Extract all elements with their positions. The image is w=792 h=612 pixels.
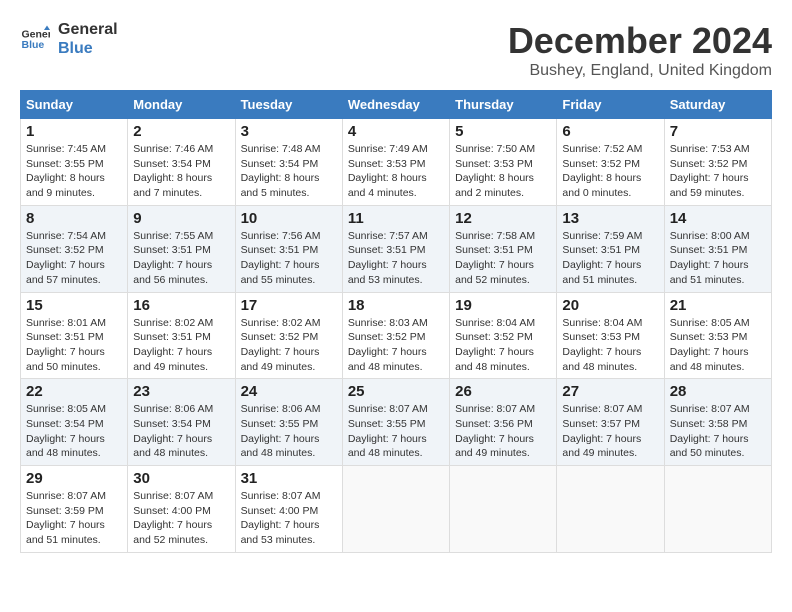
table-row [450, 466, 557, 553]
table-row: 2Sunrise: 7:46 AMSunset: 3:54 PMDaylight… [128, 119, 235, 206]
table-row: 6Sunrise: 7:52 AMSunset: 3:52 PMDaylight… [557, 119, 664, 206]
table-row: 11Sunrise: 7:57 AMSunset: 3:51 PMDayligh… [342, 205, 449, 292]
table-row [664, 466, 771, 553]
week-row-1: 1Sunrise: 7:45 AMSunset: 3:55 PMDaylight… [21, 119, 772, 206]
week-row-4: 22Sunrise: 8:05 AMSunset: 3:54 PMDayligh… [21, 379, 772, 466]
calendar-table: Sunday Monday Tuesday Wednesday Thursday… [20, 90, 772, 553]
week-row-5: 29Sunrise: 8:07 AMSunset: 3:59 PMDayligh… [21, 466, 772, 553]
logo-line1: General [58, 20, 118, 39]
table-row: 10Sunrise: 7:56 AMSunset: 3:51 PMDayligh… [235, 205, 342, 292]
col-thursday: Thursday [450, 91, 557, 119]
table-row: 9Sunrise: 7:55 AMSunset: 3:51 PMDaylight… [128, 205, 235, 292]
table-row: 28Sunrise: 8:07 AMSunset: 3:58 PMDayligh… [664, 379, 771, 466]
table-row: 7Sunrise: 7:53 AMSunset: 3:52 PMDaylight… [664, 119, 771, 206]
svg-text:Blue: Blue [22, 39, 45, 51]
table-row: 5Sunrise: 7:50 AMSunset: 3:53 PMDaylight… [450, 119, 557, 206]
table-row: 24Sunrise: 8:06 AMSunset: 3:55 PMDayligh… [235, 379, 342, 466]
table-row: 12Sunrise: 7:58 AMSunset: 3:51 PMDayligh… [450, 205, 557, 292]
table-row: 8Sunrise: 7:54 AMSunset: 3:52 PMDaylight… [21, 205, 128, 292]
table-row: 17Sunrise: 8:02 AMSunset: 3:52 PMDayligh… [235, 292, 342, 379]
table-row: 4Sunrise: 7:49 AMSunset: 3:53 PMDaylight… [342, 119, 449, 206]
table-row: 27Sunrise: 8:07 AMSunset: 3:57 PMDayligh… [557, 379, 664, 466]
week-row-2: 8Sunrise: 7:54 AMSunset: 3:52 PMDaylight… [21, 205, 772, 292]
col-tuesday: Tuesday [235, 91, 342, 119]
table-row: 25Sunrise: 8:07 AMSunset: 3:55 PMDayligh… [342, 379, 449, 466]
table-row: 15Sunrise: 8:01 AMSunset: 3:51 PMDayligh… [21, 292, 128, 379]
logo: General Blue General Blue [20, 20, 118, 58]
table-row: 19Sunrise: 8:04 AMSunset: 3:52 PMDayligh… [450, 292, 557, 379]
table-row: 3Sunrise: 7:48 AMSunset: 3:54 PMDaylight… [235, 119, 342, 206]
page-header: General Blue General Blue December 2024 … [20, 20, 772, 80]
header-row: Sunday Monday Tuesday Wednesday Thursday… [21, 91, 772, 119]
table-row: 29Sunrise: 8:07 AMSunset: 3:59 PMDayligh… [21, 466, 128, 553]
subtitle: Bushey, England, United Kingdom [508, 62, 772, 80]
table-row [557, 466, 664, 553]
main-title: December 2024 [508, 20, 772, 62]
table-row: 20Sunrise: 8:04 AMSunset: 3:53 PMDayligh… [557, 292, 664, 379]
table-row [342, 466, 449, 553]
table-row: 16Sunrise: 8:02 AMSunset: 3:51 PMDayligh… [128, 292, 235, 379]
col-sunday: Sunday [21, 91, 128, 119]
table-row: 21Sunrise: 8:05 AMSunset: 3:53 PMDayligh… [664, 292, 771, 379]
col-monday: Monday [128, 91, 235, 119]
col-wednesday: Wednesday [342, 91, 449, 119]
table-row: 26Sunrise: 8:07 AMSunset: 3:56 PMDayligh… [450, 379, 557, 466]
table-row: 30Sunrise: 8:07 AMSunset: 4:00 PMDayligh… [128, 466, 235, 553]
table-row: 14Sunrise: 8:00 AMSunset: 3:51 PMDayligh… [664, 205, 771, 292]
week-row-3: 15Sunrise: 8:01 AMSunset: 3:51 PMDayligh… [21, 292, 772, 379]
table-row: 1Sunrise: 7:45 AMSunset: 3:55 PMDaylight… [21, 119, 128, 206]
table-row: 22Sunrise: 8:05 AMSunset: 3:54 PMDayligh… [21, 379, 128, 466]
table-row: 18Sunrise: 8:03 AMSunset: 3:52 PMDayligh… [342, 292, 449, 379]
table-row: 31Sunrise: 8:07 AMSunset: 4:00 PMDayligh… [235, 466, 342, 553]
title-block: December 2024 Bushey, England, United Ki… [508, 20, 772, 80]
logo-line2: Blue [58, 39, 118, 58]
col-friday: Friday [557, 91, 664, 119]
col-saturday: Saturday [664, 91, 771, 119]
logo-icon: General Blue [20, 24, 50, 54]
table-row: 23Sunrise: 8:06 AMSunset: 3:54 PMDayligh… [128, 379, 235, 466]
table-row: 13Sunrise: 7:59 AMSunset: 3:51 PMDayligh… [557, 205, 664, 292]
